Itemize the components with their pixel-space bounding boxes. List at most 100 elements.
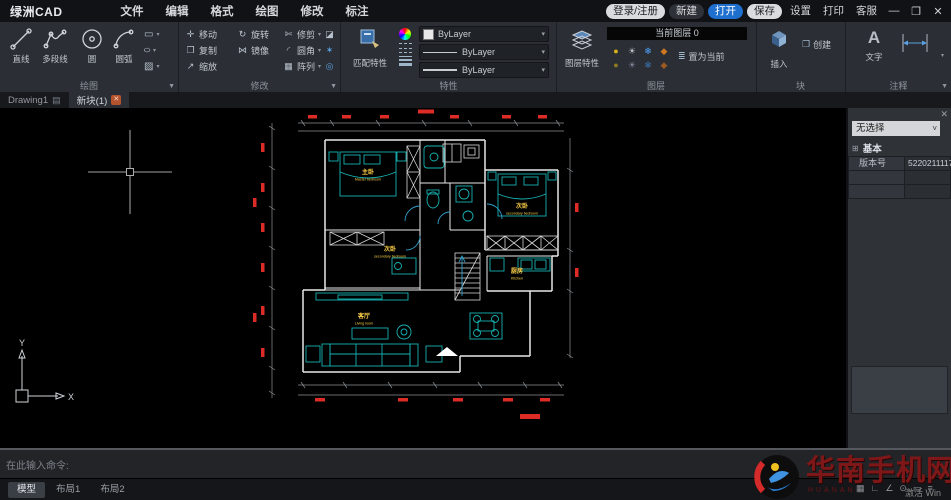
insert-block-button[interactable]: 插入 <box>762 26 796 70</box>
built-in-closets[interactable] <box>329 143 559 301</box>
tab-model[interactable]: 模型 <box>8 482 46 498</box>
color-dropdown[interactable]: ByLayer ▾ <box>419 26 549 42</box>
room-label-master-cn[interactable]: 主卧 <box>362 168 374 176</box>
lineweight-icon[interactable] <box>399 56 412 66</box>
tab-close-icon[interactable]: ✕ <box>111 95 122 105</box>
tab-drawing1[interactable]: Drawing1 ▤ <box>0 92 69 108</box>
room-label-kitchen-en[interactable]: Kitchen <box>511 277 523 281</box>
draw-panel-label: 绘图 <box>79 81 98 91</box>
polar-toggle-icon[interactable]: ∠ <box>885 483 893 494</box>
settings-button[interactable]: 设置 <box>786 4 815 19</box>
erase-button[interactable]: ◪ <box>324 28 335 40</box>
layers-panel-label: 图层 <box>646 81 665 91</box>
match-properties-button[interactable]: 匹配特性 <box>347 27 393 69</box>
rectangle-tool-button[interactable]: ▭ ▾ <box>144 27 159 41</box>
layer-sun-icon[interactable]: ☀ <box>624 46 640 60</box>
command-line-bar[interactable]: 在此输入命令: <box>0 448 951 478</box>
minimize-button[interactable]: — <box>885 5 903 17</box>
draw-panel-expand-icon[interactable]: ▼ <box>168 83 175 90</box>
menu-draw[interactable]: 绘图 <box>256 3 279 19</box>
layer-freeze2-icon[interactable]: ❄ <box>640 60 656 74</box>
room-label-bedroom2-cn[interactable]: 次卧 <box>384 245 396 253</box>
room-label-living-en[interactable]: Living room <box>355 322 374 326</box>
ortho-toggle-icon[interactable]: ∟ <box>871 483 880 494</box>
tab-layout1[interactable]: 布局1 <box>47 482 89 498</box>
bedroom2-desk[interactable] <box>391 257 417 275</box>
menu-file[interactable]: 文件 <box>121 3 144 19</box>
maximize-button[interactable]: ❐ <box>907 5 925 18</box>
command-prompt[interactable]: 在此输入命令: <box>6 457 69 472</box>
layer-off-icon[interactable]: ● <box>608 60 624 74</box>
create-block-button[interactable]: ❐ 创建 <box>802 38 831 51</box>
inspector-close-icon[interactable]: ✕ <box>940 109 948 120</box>
line-icon <box>5 26 37 52</box>
dimension-tool-button[interactable]: ▾ <box>898 32 944 59</box>
linetype-dropdown[interactable]: ByLayer ▾ <box>419 44 549 60</box>
line-tool-button[interactable]: 直线 <box>5 26 37 65</box>
selection-dropdown[interactable]: 无选择 ˅ <box>852 121 940 136</box>
close-button[interactable]: ✕ <box>929 5 947 18</box>
room-label-master-en[interactable]: Master bedroom <box>355 178 381 182</box>
move-button[interactable]: ✛ 移动 <box>185 28 217 40</box>
workspace-icon[interactable]: ≡ <box>927 483 932 494</box>
offset-button[interactable]: ◎ <box>324 60 335 72</box>
menu-modify[interactable]: 修改 <box>301 3 324 19</box>
layer-unlock-icon[interactable]: ◆ <box>656 60 672 74</box>
expand-section-icon[interactable]: ⊞ <box>852 144 859 153</box>
living-room-furniture[interactable] <box>305 292 443 367</box>
lineweight-dropdown[interactable]: ByLayer ▾ <box>419 62 549 78</box>
room-label-bedroom3-cn[interactable]: 次卧 <box>516 202 528 210</box>
scale-button[interactable]: ↗ 缩放 <box>185 60 217 72</box>
linetype-icon[interactable] <box>399 43 412 53</box>
array-button[interactable]: ▦ 阵列 ▾ <box>283 60 321 72</box>
arc-tool-button[interactable]: 圆弧 <box>108 26 140 65</box>
lineweight-toggle-icon[interactable]: ▭ <box>913 483 922 494</box>
login-button[interactable]: 登录/注册 <box>606 3 665 19</box>
layer-lock-icon[interactable]: ◆ <box>656 46 672 60</box>
ellipse-tool-button[interactable]: ○ ▾ <box>143 43 159 57</box>
print-button[interactable]: 打印 <box>819 4 848 19</box>
tab-new-block[interactable]: 新块(1) ✕ <box>68 92 130 108</box>
room-label-bedroom2-en[interactable]: secondary bedroom <box>374 255 406 259</box>
current-layer-display[interactable]: 当前图层 0 <box>606 26 748 41</box>
menu-annotate[interactable]: 标注 <box>346 3 369 19</box>
annotation-panel-expand-icon[interactable]: ▼ <box>941 83 948 90</box>
polyline-tool-button[interactable]: 多段线 <box>39 26 71 65</box>
drawing-canvas[interactable]: 主卧 Master bedroom 次卧 secondary bedroom 次… <box>0 108 846 448</box>
grid-toggle-icon[interactable]: ▦ <box>856 483 865 494</box>
layer-on-icon[interactable]: ● <box>608 46 624 60</box>
color-wheel-icon[interactable] <box>399 28 411 40</box>
rotate-button[interactable]: ↻ 旋转 <box>237 28 269 40</box>
osnap-toggle-icon[interactable]: ⊙ <box>899 483 907 494</box>
chevron-down-icon: ▾ <box>318 47 322 54</box>
menu-format[interactable]: 格式 <box>211 3 234 19</box>
layer-freeze-icon[interactable]: ❄ <box>640 46 656 60</box>
room-label-living-cn[interactable]: 客厅 <box>357 312 370 320</box>
support-button[interactable]: 客服 <box>852 4 881 19</box>
set-current-layer-button[interactable]: ≣ 置为当前 <box>678 50 725 63</box>
modify-panel-expand-icon[interactable]: ▼ <box>330 83 337 90</box>
tab-layout2[interactable]: 布局2 <box>91 482 133 498</box>
new-button[interactable]: 新建 <box>669 3 704 19</box>
save-button[interactable]: 保存 <box>747 3 782 19</box>
room-label-bedroom3-en[interactable]: secondary bedroom <box>506 212 538 216</box>
trim-button[interactable]: ✄ 修剪 ▾ <box>283 28 321 40</box>
entrance-door[interactable] <box>436 347 458 356</box>
text-tool-button[interactable]: A 文字 <box>860 26 888 63</box>
circle-tool-button[interactable]: 圆 <box>76 26 108 65</box>
layer-thaw-icon[interactable]: ☀ <box>624 60 640 74</box>
explode-button[interactable]: ✶ <box>324 44 335 56</box>
explode-icon: ✶ <box>325 44 334 55</box>
basic-section-header[interactable]: ⊞ 基本 <box>852 141 882 156</box>
dining-table[interactable] <box>469 312 503 340</box>
hatch-tool-button[interactable]: ▨ ▾ <box>144 59 159 73</box>
menu-edit[interactable]: 编辑 <box>166 3 189 19</box>
room-labels[interactable]: 主卧 Master bedroom 次卧 secondary bedroom 次… <box>355 168 538 326</box>
fillet-button[interactable]: ◜ 圆角 ▾ <box>283 44 321 56</box>
set-current-label: 置为当前 <box>688 52 725 62</box>
mirror-button[interactable]: ⋈ 镜像 <box>237 44 269 56</box>
copy-button[interactable]: ❐ 复制 <box>185 44 217 56</box>
room-label-kitchen-cn[interactable]: 厨房 <box>511 267 523 275</box>
layer-properties-button[interactable]: 图层特性 <box>560 27 604 69</box>
open-button[interactable]: 打开 <box>708 3 743 19</box>
